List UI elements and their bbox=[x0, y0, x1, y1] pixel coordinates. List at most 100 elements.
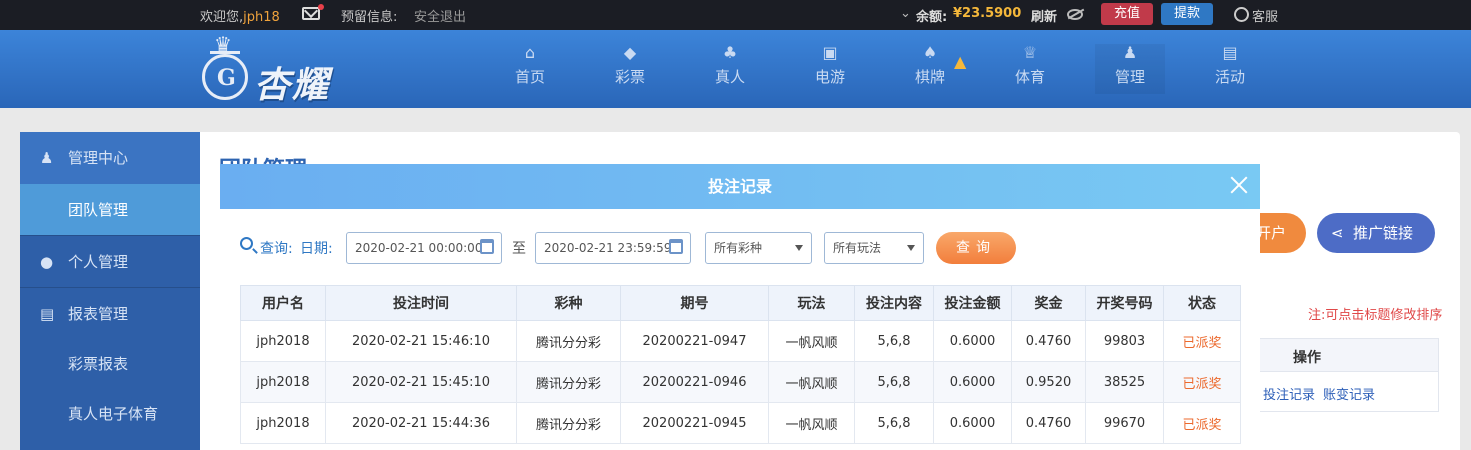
cell-status: 已派奖 bbox=[1163, 320, 1241, 362]
promo-link-button[interactable]: ⋖ 推广链接 bbox=[1317, 213, 1435, 253]
nav-home[interactable]: ⌂ 首页 bbox=[495, 44, 565, 94]
column-header[interactable]: 投注金额 bbox=[933, 285, 1012, 321]
lottery-select[interactable]: 所有彩种 bbox=[705, 232, 812, 264]
users-icon: ♟ bbox=[1122, 43, 1138, 62]
table-row: jph2018 2020-02-21 15:46:10 腾讯分分彩 202002… bbox=[240, 320, 1241, 362]
nav-live[interactable]: ♣ 真人 bbox=[695, 44, 765, 94]
logo-text: 杏耀 bbox=[254, 65, 331, 106]
cell-bet-time: 2020-02-21 15:44:36 bbox=[325, 402, 517, 444]
cell-play: 一帆风顺 bbox=[768, 402, 855, 444]
chat-icon[interactable] bbox=[1234, 7, 1249, 22]
cell-lottery: 腾讯分分彩 bbox=[516, 402, 621, 444]
column-header[interactable]: 玩法 bbox=[768, 285, 855, 321]
cards-icon: ♠ bbox=[922, 43, 938, 62]
operation-row: 投注记录 账变记录 bbox=[1258, 372, 1439, 412]
close-icon[interactable] bbox=[1228, 174, 1250, 196]
column-header[interactable]: 用户名 bbox=[240, 285, 326, 321]
sidebar-item-reports[interactable]: ▤ 报表管理 bbox=[20, 288, 200, 340]
table-header-row: 用户名 投注时间 彩种 期号 玩法 投注内容 投注金额 奖金 开奖号码 状态 bbox=[240, 285, 1241, 321]
customer-service-link[interactable]: 客服 bbox=[1252, 6, 1278, 25]
cell-username: jph2018 bbox=[240, 402, 326, 444]
column-header[interactable]: 期号 bbox=[620, 285, 769, 321]
query-label: 查询: bbox=[260, 241, 293, 257]
account-change-link[interactable]: 账变记录 bbox=[1323, 384, 1375, 403]
table-row: jph2018 2020-02-21 15:44:36 腾讯分分彩 202002… bbox=[240, 402, 1241, 444]
column-header[interactable]: 彩种 bbox=[516, 285, 621, 321]
operation-header: 操作 bbox=[1258, 338, 1439, 372]
user-icon: ● bbox=[40, 253, 54, 271]
sidebar-item-team[interactable]: 团队管理 bbox=[20, 184, 200, 236]
cell-play: 一帆风顺 bbox=[768, 361, 855, 403]
main-header: G 杏耀 ⌂首页 ◆彩票 ♣真人 ▣电游 ♠棋牌 ▲ ♕体育 ♟管理 ▤活动 bbox=[0, 30, 1471, 108]
sidebar: ♟ 管理中心 团队管理 ● 个人管理 ▤ 报表管理 彩票报表 真人电子体育 bbox=[20, 132, 200, 450]
cell-username: jph2018 bbox=[240, 361, 326, 403]
start-date-input[interactable]: 2020-02-21 00:00:00 bbox=[346, 232, 502, 264]
cell-bet-time: 2020-02-21 15:45:10 bbox=[325, 361, 517, 403]
column-header[interactable]: 投注内容 bbox=[854, 285, 934, 321]
username: jph18 bbox=[243, 10, 280, 25]
report-icon: ▤ bbox=[40, 305, 55, 323]
nav-sports[interactable]: ♕ 体育 bbox=[995, 44, 1065, 94]
gift-icon: ▤ bbox=[1222, 43, 1238, 62]
chevron-down-icon[interactable]: ⌄ bbox=[900, 6, 911, 21]
cell-lottery: 腾讯分分彩 bbox=[516, 361, 621, 403]
share-icon: ⋖ bbox=[1331, 224, 1344, 242]
cell-prize: 0.9520 bbox=[1011, 361, 1086, 403]
nav-events[interactable]: ▤ 活动 bbox=[1195, 44, 1265, 94]
refresh-link[interactable]: 刷新 bbox=[1031, 6, 1057, 25]
cell-username: jph2018 bbox=[240, 320, 326, 362]
recharge-button[interactable]: 充值 bbox=[1101, 3, 1153, 25]
bet-record-table: 用户名 投注时间 彩种 期号 玩法 投注内容 投注金额 奖金 开奖号码 状态 j… bbox=[240, 285, 1241, 444]
cell-play: 一帆风顺 bbox=[768, 320, 855, 362]
sidebar-item-live-report[interactable]: 真人电子体育 bbox=[20, 388, 200, 440]
end-date-input[interactable]: 2020-02-21 23:59:59 bbox=[535, 232, 691, 264]
cell-bet-time: 2020-02-21 15:46:10 bbox=[325, 320, 517, 362]
cell-amount: 0.6000 bbox=[933, 320, 1012, 362]
cell-amount: 0.6000 bbox=[933, 402, 1012, 444]
calendar-icon[interactable] bbox=[669, 239, 683, 254]
cell-prize: 0.4760 bbox=[1011, 402, 1086, 444]
site-logo[interactable]: G 杏耀 bbox=[200, 32, 350, 106]
cell-issue: 20200221-0947 bbox=[620, 320, 769, 362]
column-header[interactable]: 状态 bbox=[1163, 285, 1241, 321]
calendar-icon[interactable] bbox=[480, 239, 494, 254]
bet-record-link[interactable]: 投注记录 bbox=[1263, 384, 1315, 403]
modal-title: 投注记录 bbox=[707, 177, 772, 196]
users-icon: ♟ bbox=[40, 149, 54, 167]
nav-manage[interactable]: ♟ 管理 bbox=[1095, 44, 1165, 94]
cell-issue: 20200221-0945 bbox=[620, 402, 769, 444]
hide-balance-icon[interactable] bbox=[1067, 9, 1083, 20]
play-select[interactable]: 所有玩法 bbox=[824, 232, 924, 264]
mail-icon[interactable] bbox=[302, 7, 320, 20]
cell-content: 5,6,8 bbox=[854, 320, 934, 362]
logout-link[interactable]: 安全退出 bbox=[414, 6, 466, 25]
sidebar-item-manage-center[interactable]: ♟ 管理中心 bbox=[20, 132, 200, 184]
column-header[interactable]: 开奖号码 bbox=[1085, 285, 1164, 321]
query-button[interactable]: 查询 bbox=[936, 232, 1016, 264]
sidebar-item-lottery-report[interactable]: 彩票报表 bbox=[20, 338, 200, 390]
trophy-icon: ♕ bbox=[1022, 43, 1038, 62]
reserved-info-label: 预留信息: bbox=[341, 10, 398, 25]
top-bar: 欢迎您,jph18 预留信息: 安全退出 ⌄ 余额: ¥23.5900 刷新 充… bbox=[0, 0, 1471, 30]
cell-draw-number: 99803 bbox=[1085, 320, 1164, 362]
home-icon: ⌂ bbox=[524, 43, 536, 62]
nav-slots[interactable]: ▣ 电游 bbox=[795, 44, 865, 94]
unread-dot bbox=[318, 4, 324, 10]
modal-header: 投注记录 bbox=[220, 164, 1260, 209]
cell-content: 5,6,8 bbox=[854, 402, 934, 444]
sidebar-item-personal[interactable]: ● 个人管理 bbox=[20, 236, 200, 288]
withdraw-button[interactable]: 提款 bbox=[1161, 3, 1213, 25]
bet-record-modal: 投注记录 查询: 日期: 2020-02-21 00:00:00 至 2020-… bbox=[220, 164, 1260, 450]
welcome-text: 欢迎您,jph18 bbox=[200, 10, 280, 25]
column-header[interactable]: 投注时间 bbox=[325, 285, 517, 321]
balance-label: 余额: bbox=[916, 10, 948, 25]
date-label: 日期: bbox=[300, 241, 333, 257]
search-icon bbox=[240, 237, 253, 250]
sort-note: 注:可点击标题修改排序 bbox=[1308, 308, 1443, 323]
nav-lottery[interactable]: ◆ 彩票 bbox=[595, 44, 665, 94]
logo-emblem: G bbox=[202, 54, 248, 100]
cell-status: 已派奖 bbox=[1163, 361, 1241, 403]
column-header[interactable]: 奖金 bbox=[1011, 285, 1086, 321]
slot-icon: ▣ bbox=[822, 43, 838, 62]
lottery-icon: ◆ bbox=[623, 43, 637, 62]
